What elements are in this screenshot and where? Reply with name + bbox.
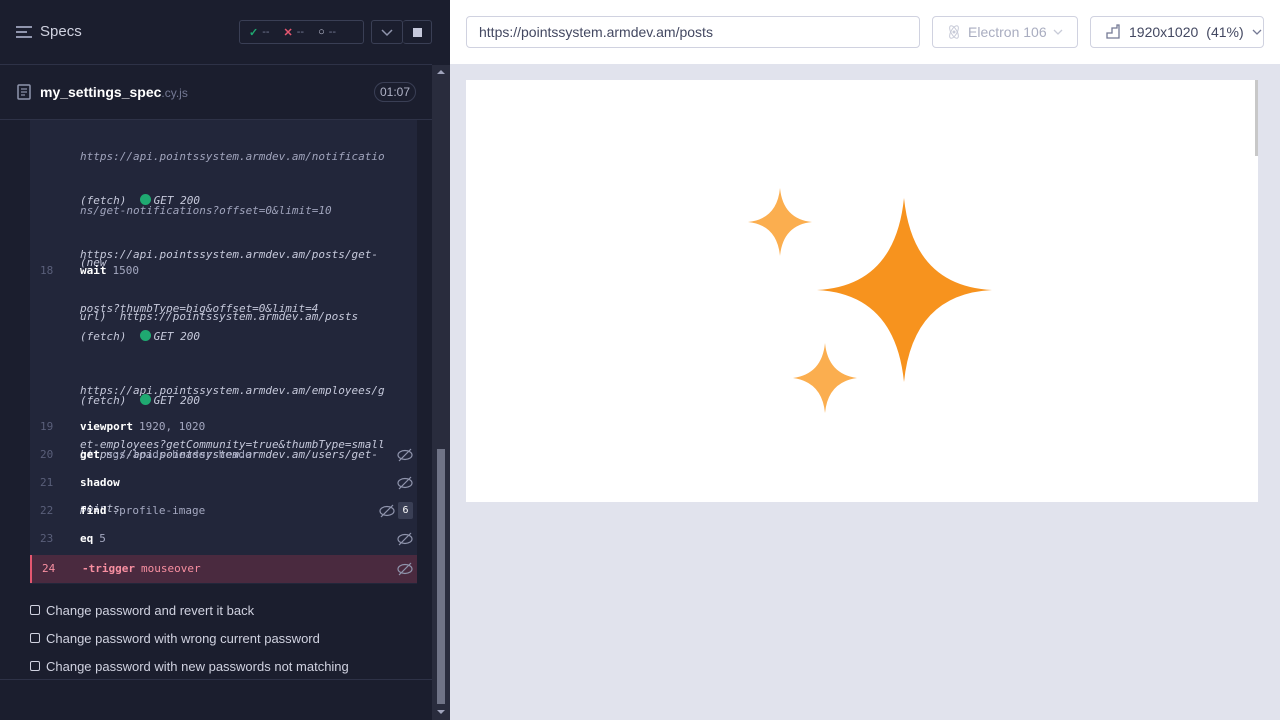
eye-slash-icon (397, 476, 413, 490)
command-log: https://api.pointssystem.armdev.am/notif… (30, 120, 417, 584)
spec-name[interactable]: my_settings_spec.cy.js (40, 84, 188, 100)
app-under-test-frame[interactable] (466, 80, 1258, 502)
status-dot (139, 394, 151, 405)
eye-slash-icon (397, 562, 413, 576)
status-dot (139, 194, 151, 205)
command-row[interactable]: 18 wait 1500 (30, 257, 417, 285)
command-row[interactable]: 20 get ngs-loads-header-header (30, 441, 417, 469)
test-item[interactable]: Change password and revert it back (30, 596, 430, 624)
browser-panel: https://pointssystem.armdev.am/posts Ele… (450, 0, 1280, 720)
active-command-row[interactable]: 24 -trigger mouseover (30, 555, 417, 583)
test-list: Change password and revert it back Chang… (30, 596, 430, 680)
chevron-down-icon (1053, 29, 1063, 35)
scroll-down-arrow-icon (437, 710, 445, 714)
scrollbar-thumb[interactable] (437, 449, 445, 704)
stop-icon (413, 28, 422, 37)
eye-slash-icon (379, 504, 395, 518)
browser-toolbar: https://pointssystem.armdev.am/posts Ele… (450, 0, 1280, 64)
electron-icon (949, 25, 959, 39)
check-icon: ✓ (249, 26, 259, 39)
specs-label: Specs (40, 23, 82, 40)
eye-slash-icon (397, 448, 413, 462)
test-item[interactable]: Change password with wrong current passw… (30, 624, 430, 652)
specs-toggle[interactable]: Specs (16, 23, 82, 40)
command-row[interactable]: 23 eq 5 (30, 525, 417, 553)
stop-button[interactable] (403, 20, 432, 44)
status-dot (139, 330, 151, 341)
sparkles-icon (748, 188, 992, 413)
command-row[interactable]: 21 shadow (30, 469, 417, 497)
reporter-header: Specs ✓ -- ✕ -- ○ -- (0, 0, 432, 65)
command-log-panel: Specs ✓ -- ✕ -- ○ -- my_settings_spec.cy.js… (0, 0, 450, 720)
divider (0, 679, 432, 680)
url-bar[interactable]: https://pointssystem.armdev.am/posts (466, 16, 920, 48)
document-icon (17, 84, 31, 100)
failed-stat: ✕ -- (283, 26, 305, 39)
test-status-icon (30, 633, 40, 643)
ruler-icon (1106, 24, 1120, 39)
scrollbar[interactable] (432, 65, 450, 720)
aut-scrollbar-thumb[interactable] (1255, 80, 1258, 156)
test-status-icon (30, 605, 40, 615)
viewport-info[interactable]: 1920x1020 (41%) (1090, 16, 1264, 48)
test-item[interactable]: Change password with new passwords not m… (30, 652, 430, 680)
spinner-icon: ○ (318, 26, 325, 38)
test-status-icon (30, 661, 40, 671)
spec-duration: 01:07 (374, 82, 416, 102)
chevron-down-icon (1252, 29, 1262, 35)
scroll-up-arrow-icon (437, 70, 445, 74)
command-row[interactable]: 22 find .profile-image 6 (30, 497, 417, 525)
browser-selector[interactable]: Electron 106 (932, 16, 1078, 48)
element-count-badge: 6 (398, 502, 413, 519)
spec-header: my_settings_spec.cy.js (0, 66, 432, 120)
menu-icon (16, 25, 32, 38)
test-stats: ✓ -- ✕ -- ○ -- (239, 20, 364, 44)
command-row[interactable]: 19 viewport 1920, 1020 (30, 413, 417, 441)
passed-stat: ✓ -- (249, 26, 270, 39)
expand-button[interactable] (371, 20, 403, 44)
eye-slash-icon (397, 532, 413, 546)
x-icon: ✕ (283, 26, 293, 39)
chevron-down-icon (381, 29, 393, 37)
pending-stat: ○ -- (318, 26, 337, 38)
